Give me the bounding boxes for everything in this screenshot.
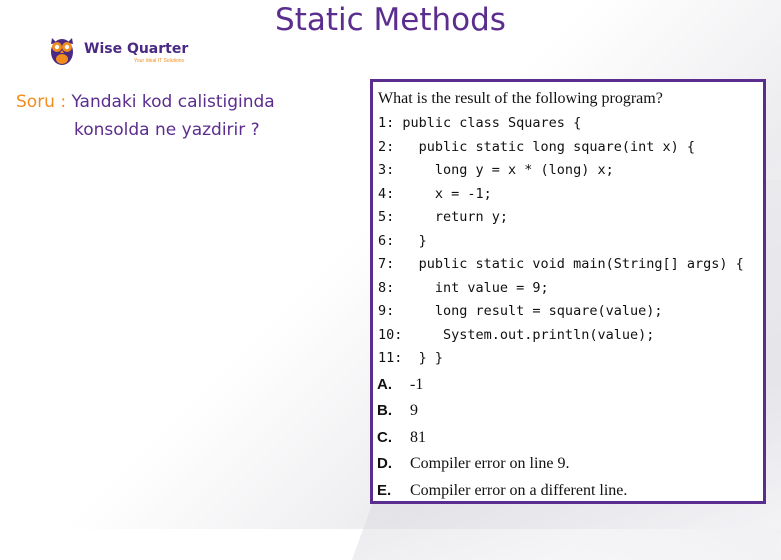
brand-logo: Wise Quarter Your Ideal IT Solutions: [46, 32, 206, 68]
code-line: 5: return y;: [378, 209, 509, 225]
code-line: 7: public static void main(String[] args…: [378, 256, 744, 272]
problem-prompt: What is the result of the following prog…: [378, 90, 663, 107]
option-text: 9: [410, 402, 418, 419]
code-line: 4: x = -1;: [378, 186, 492, 202]
option-text: Compiler error on line 9.: [410, 455, 570, 472]
logo-tagline: Your Ideal IT Solutions: [134, 58, 185, 64]
question-label: Soru :: [16, 92, 67, 112]
owl-icon: [51, 38, 73, 65]
code-line: 9: long result = square(value);: [378, 303, 663, 319]
problem-box: What is the result of the following prog…: [370, 79, 766, 504]
logo-name: Wise Quarter: [84, 41, 189, 57]
option-text: Compiler error on a different line.: [410, 482, 628, 499]
code-line: 8: int value = 9;: [378, 280, 549, 296]
option-letter: B.: [377, 402, 392, 419]
option-letter: D.: [377, 455, 392, 472]
question-line-2: konsolda ne yazdirir ?: [74, 120, 260, 140]
code-line: 11: } }: [378, 350, 444, 366]
code-line: 1: public class Squares {: [378, 115, 582, 131]
option-letter: A.: [377, 376, 392, 393]
option-text: -1: [410, 376, 424, 393]
code-line: 2: public static long square(int x) {: [378, 139, 695, 155]
code-line: 6: }: [378, 233, 427, 249]
code-line: 10: System.out.println(value);: [378, 327, 655, 343]
code-line: 3: long y = x * (long) x;: [378, 162, 614, 178]
question-text: Soru : Yandaki kod calistiginda konsolda…: [16, 92, 275, 140]
option-letter: C.: [377, 429, 392, 446]
question-line-1: Yandaki kod calistiginda: [71, 92, 275, 112]
option-text: 81: [410, 429, 426, 446]
option-letter: E.: [377, 482, 392, 499]
